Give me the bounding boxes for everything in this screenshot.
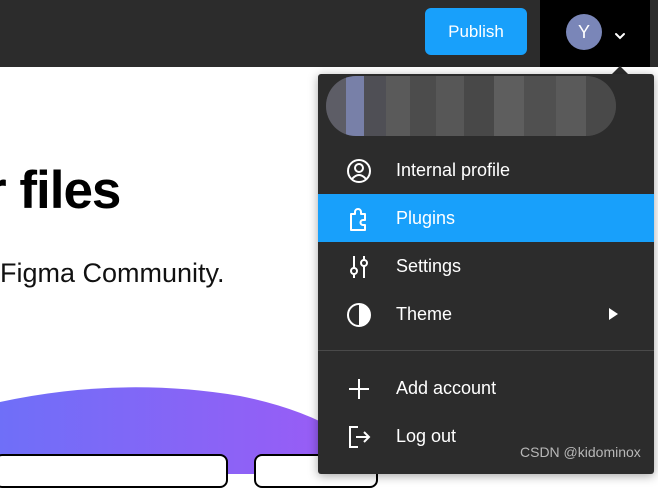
menu-item-plugins[interactable]: Plugins [318,194,654,242]
puzzle-icon [350,208,366,231]
avatar[interactable]: Y [566,14,602,50]
page-title: r files [0,161,121,220]
chevron-down-icon[interactable] [612,28,628,44]
menu-divider [318,350,654,351]
menu-item-add-account[interactable]: Add account [318,364,654,412]
submenu-arrow-icon [609,308,618,320]
publish-button[interactable]: Publish [425,8,527,55]
menu-item-theme[interactable]: Theme [318,290,654,338]
user-circle-icon [347,159,371,183]
sliders-icon [350,256,368,278]
page-subtitle: Figma Community. [0,258,225,288]
menu-item-label: Theme [396,304,453,324]
menu-item-settings[interactable]: Settings [318,242,654,290]
account-switcher[interactable] [326,76,616,136]
logout-icon [349,426,371,448]
half-circle-icon [347,303,371,327]
menu-item-label: Log out [396,426,457,446]
menu-item-label: Settings [396,256,462,276]
file-card[interactable] [0,454,228,488]
menu-item-label: Plugins [396,208,456,228]
menu-pointer [612,66,628,74]
watermark: CSDN @kidominox [520,444,641,460]
menu-item-label: Internal profile [396,160,511,180]
menu-item-internal-profile[interactable]: Internal profile [318,146,654,194]
plus-icon [349,379,369,399]
account-dropdown-menu: Internal profile Plugins Settings Theme … [318,74,654,474]
menu-item-label: Add account [396,378,497,398]
